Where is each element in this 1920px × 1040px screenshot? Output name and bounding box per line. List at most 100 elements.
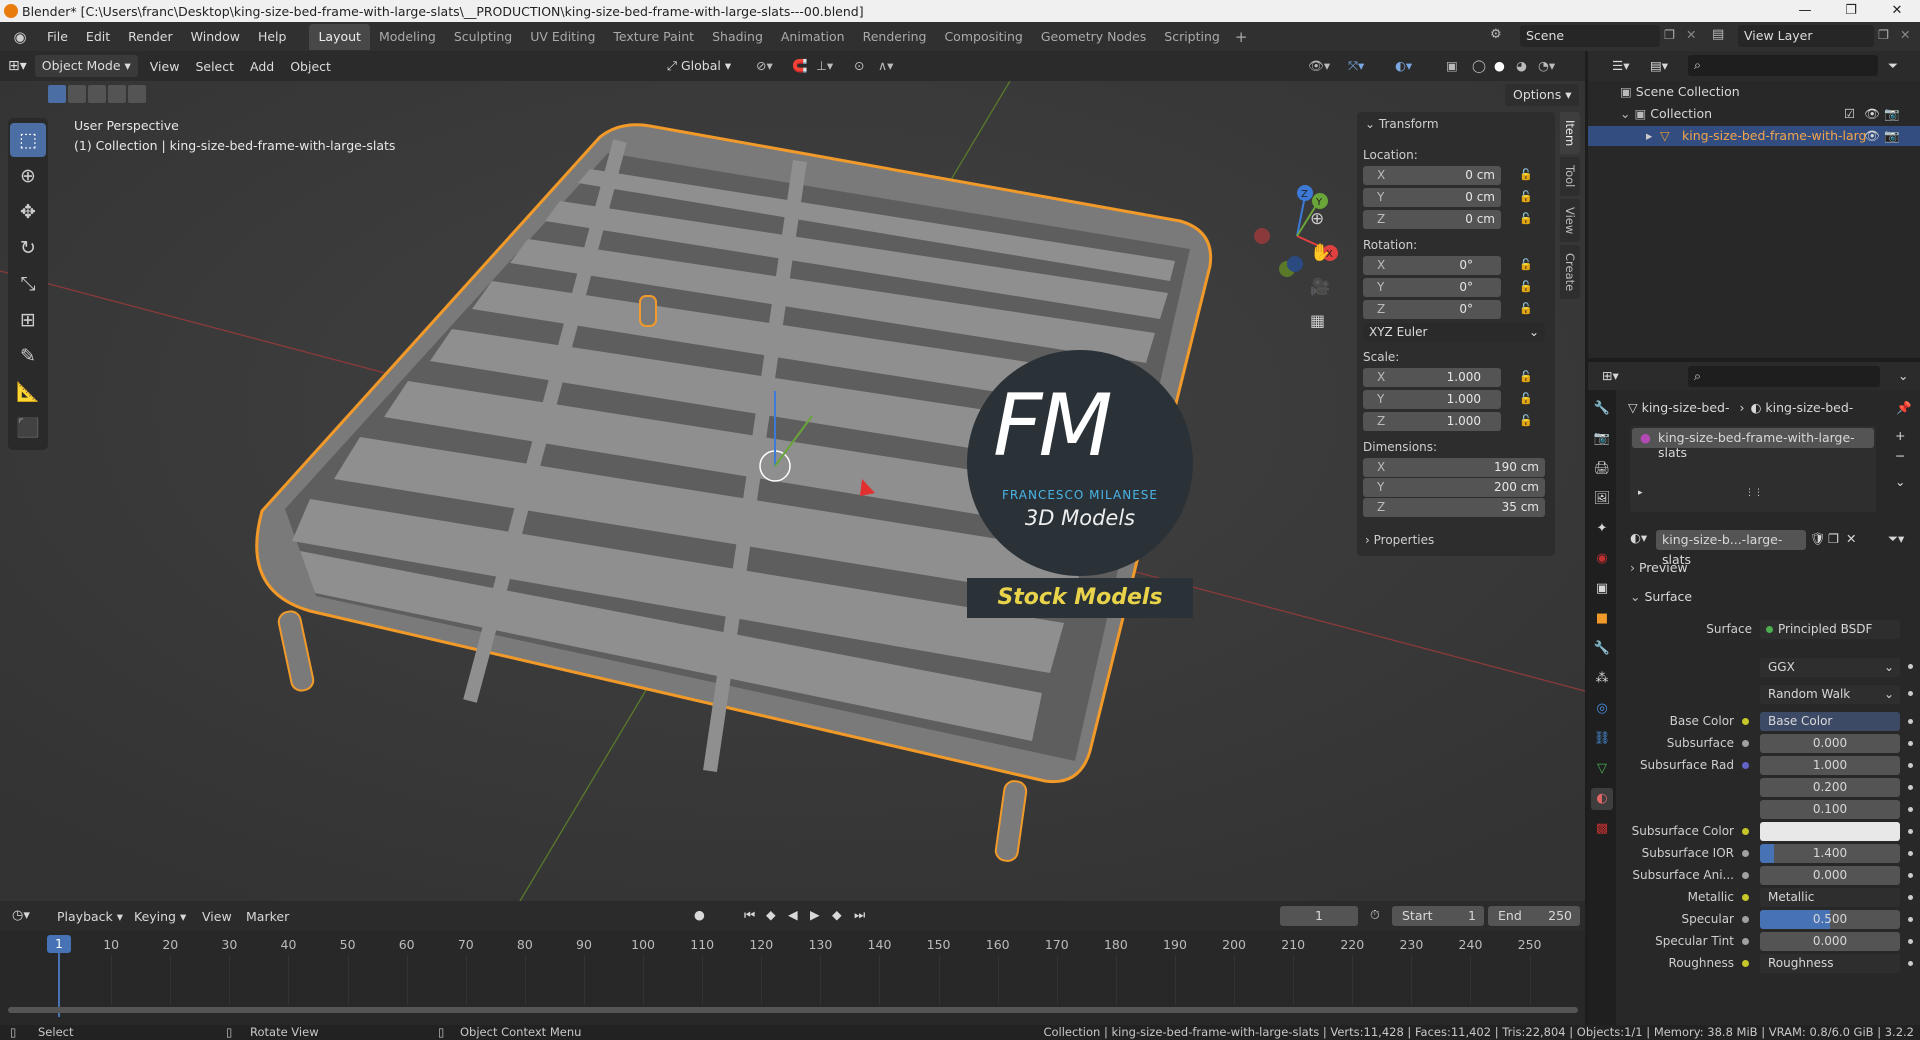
- remove-slot-icon[interactable]: −: [1895, 448, 1905, 463]
- expand-icon[interactable]: ▸: [1646, 128, 1652, 143]
- shader-input-field[interactable]: Metallic: [1760, 888, 1900, 907]
- add-cube-icon[interactable]: ⬛: [10, 411, 46, 445]
- tab-shading[interactable]: Shading: [703, 24, 772, 50]
- shader-input-field[interactable]: 0.100: [1760, 800, 1900, 819]
- scene-icon[interactable]: ⚙: [1490, 27, 1502, 42]
- camera-view-icon[interactable]: 🎥: [1310, 277, 1330, 296]
- modifier-tab-icon[interactable]: 🔧: [1591, 638, 1613, 660]
- scale-z-field[interactable]: Z 1.000: [1363, 412, 1501, 431]
- snap-icon[interactable]: 🧲: [792, 58, 808, 74]
- annotate-icon[interactable]: ✎: [10, 339, 46, 373]
- outliner-object-row[interactable]: ▸ ▽ king-size-bed-frame-with-larg 👁 📷: [1588, 126, 1920, 146]
- move-icon[interactable]: ✥: [10, 195, 46, 229]
- socket-icon[interactable]: [1742, 916, 1749, 923]
- close-icon[interactable]: ✕: [1874, 0, 1920, 22]
- physics-tab-icon[interactable]: ◎: [1591, 698, 1613, 720]
- lock-icon[interactable]: 🔓: [1519, 392, 1533, 405]
- shader-input-field[interactable]: 0.000: [1760, 866, 1900, 885]
- cursor-icon[interactable]: ⊕: [10, 159, 46, 193]
- outliner-scene-collection[interactable]: ▣ Scene Collection: [1620, 84, 1920, 104]
- record-icon[interactable]: ●: [694, 907, 705, 922]
- timeline-scrollbar[interactable]: [8, 1007, 1578, 1013]
- dimension-y-field[interactable]: Y 200 cm: [1363, 478, 1545, 497]
- xray-icon[interactable]: ▣: [1446, 58, 1458, 73]
- pan-hand-icon[interactable]: ✋: [1310, 243, 1331, 263]
- data-tab-icon[interactable]: ▽: [1591, 758, 1613, 780]
- rotation-mode-dropdown[interactable]: XYZ Euler ⌄: [1363, 323, 1545, 342]
- keyframe-dot[interactable]: [1908, 939, 1913, 944]
- menu-select[interactable]: Select: [187, 59, 242, 74]
- current-frame-field[interactable]: 1: [1280, 906, 1358, 926]
- scene-field[interactable]: Scene: [1520, 25, 1660, 47]
- remove-view-layer-icon[interactable]: ✕: [1900, 27, 1910, 42]
- scale-x-field[interactable]: X 1.000: [1363, 368, 1501, 387]
- jump-start-icon[interactable]: ⏮: [744, 907, 755, 923]
- gizmo-toggle-icon[interactable]: ⤧▾: [1348, 58, 1364, 74]
- preview-range-icon[interactable]: ⏱: [1370, 907, 1380, 923]
- output-tab-icon[interactable]: 🖨: [1591, 458, 1613, 480]
- blender-menu-icon[interactable]: ◉: [10, 27, 30, 47]
- shader-input-field[interactable]: 1.000: [1760, 756, 1900, 775]
- keyframe-dot[interactable]: [1908, 895, 1913, 900]
- lock-icon[interactable]: 🔓: [1519, 258, 1533, 271]
- material-slot-item[interactable]: ● king-size-bed-frame-with-large-slats: [1632, 428, 1874, 460]
- socket-icon[interactable]: [1742, 762, 1749, 769]
- menu-file[interactable]: File: [38, 29, 77, 44]
- lock-icon[interactable]: 🔓: [1519, 280, 1533, 293]
- select-intersect-icon[interactable]: [128, 85, 146, 103]
- rotation-x-field[interactable]: X 0°: [1363, 256, 1501, 275]
- remove-scene-icon[interactable]: ✕: [1686, 27, 1696, 42]
- zoom-icon[interactable]: ⊕: [1310, 209, 1324, 229]
- preview-panel-header[interactable]: › Preview: [1630, 560, 1916, 580]
- mode-dropdown[interactable]: Object Mode ▾: [34, 55, 138, 77]
- outliner-search-input[interactable]: ⌕: [1688, 55, 1878, 76]
- material-browse-icon[interactable]: ◐▾: [1630, 530, 1647, 545]
- lock-icon[interactable]: 🔓: [1519, 414, 1533, 427]
- timeline-menu-keying[interactable]: Keying ▾: [134, 909, 186, 924]
- shader-input-field[interactable]: Roughness: [1760, 954, 1900, 973]
- sidebar-tab-tool[interactable]: Tool: [1560, 157, 1580, 196]
- keyframe-dot[interactable]: [1908, 851, 1913, 856]
- maximize-icon[interactable]: ❐: [1828, 0, 1874, 22]
- timeline-editor-type-icon[interactable]: ◷▾: [12, 908, 30, 923]
- object-tab-icon[interactable]: ■: [1591, 608, 1613, 630]
- shader-input-field[interactable]: 0.200: [1760, 778, 1900, 797]
- socket-icon[interactable]: [1742, 938, 1749, 945]
- keyframe-dot[interactable]: [1908, 763, 1913, 768]
- ortho-grid-icon[interactable]: ▦: [1310, 311, 1325, 330]
- keyframe-dot[interactable]: [1908, 961, 1913, 966]
- tab-animation[interactable]: Animation: [772, 24, 854, 50]
- transform-icon[interactable]: ⊞: [10, 303, 46, 337]
- keyframe-dot[interactable]: [1908, 664, 1913, 669]
- keyframe-dot[interactable]: [1908, 807, 1913, 812]
- prev-keyframe-icon[interactable]: ◆: [766, 907, 776, 922]
- tab-uv-editing[interactable]: UV Editing: [521, 24, 604, 50]
- playhead-frame[interactable]: 1: [47, 935, 71, 953]
- socket-icon[interactable]: [1742, 740, 1749, 747]
- location-y-field[interactable]: Y 0 cm: [1363, 188, 1501, 207]
- tab-compositing[interactable]: Compositing: [935, 24, 1031, 50]
- fake-user-icon[interactable]: 🛡: [1810, 531, 1826, 547]
- keyframe-dot[interactable]: [1908, 917, 1913, 922]
- transform-panel-header[interactable]: ⌄ Transform: [1357, 117, 1555, 137]
- sidebar-tab-create[interactable]: Create: [1560, 244, 1580, 300]
- collapse-icon[interactable]: ⌄: [1620, 106, 1634, 121]
- location-x-field[interactable]: X 0 cm: [1363, 166, 1501, 185]
- subsurface-method-dropdown[interactable]: Random Walk ⌄: [1760, 685, 1900, 704]
- shader-input-field[interactable]: Base Color: [1760, 712, 1900, 731]
- view-layer-field[interactable]: View Layer: [1738, 25, 1874, 47]
- select-extend-icon[interactable]: [68, 85, 86, 103]
- minimize-icon[interactable]: —: [1782, 0, 1828, 22]
- timeline-menu-marker[interactable]: Marker: [246, 909, 289, 924]
- keyframe-dot[interactable]: [1908, 829, 1913, 834]
- timeline-menu-playback[interactable]: Playback ▾: [57, 909, 123, 924]
- unlink-material-icon[interactable]: ✕: [1846, 531, 1856, 546]
- distribution-dropdown[interactable]: GGX ⌄: [1760, 658, 1900, 677]
- dimension-x-field[interactable]: X 190 cm: [1363, 458, 1545, 477]
- menu-add[interactable]: Add: [242, 59, 282, 74]
- scale-icon[interactable]: ⤡: [10, 267, 46, 301]
- surface-panel-header[interactable]: ⌄ Surface: [1630, 589, 1916, 609]
- lock-icon[interactable]: 🔓: [1519, 190, 1533, 203]
- world-tab-icon[interactable]: ◉: [1591, 548, 1613, 570]
- shader-input-field[interactable]: 0.000: [1760, 932, 1900, 951]
